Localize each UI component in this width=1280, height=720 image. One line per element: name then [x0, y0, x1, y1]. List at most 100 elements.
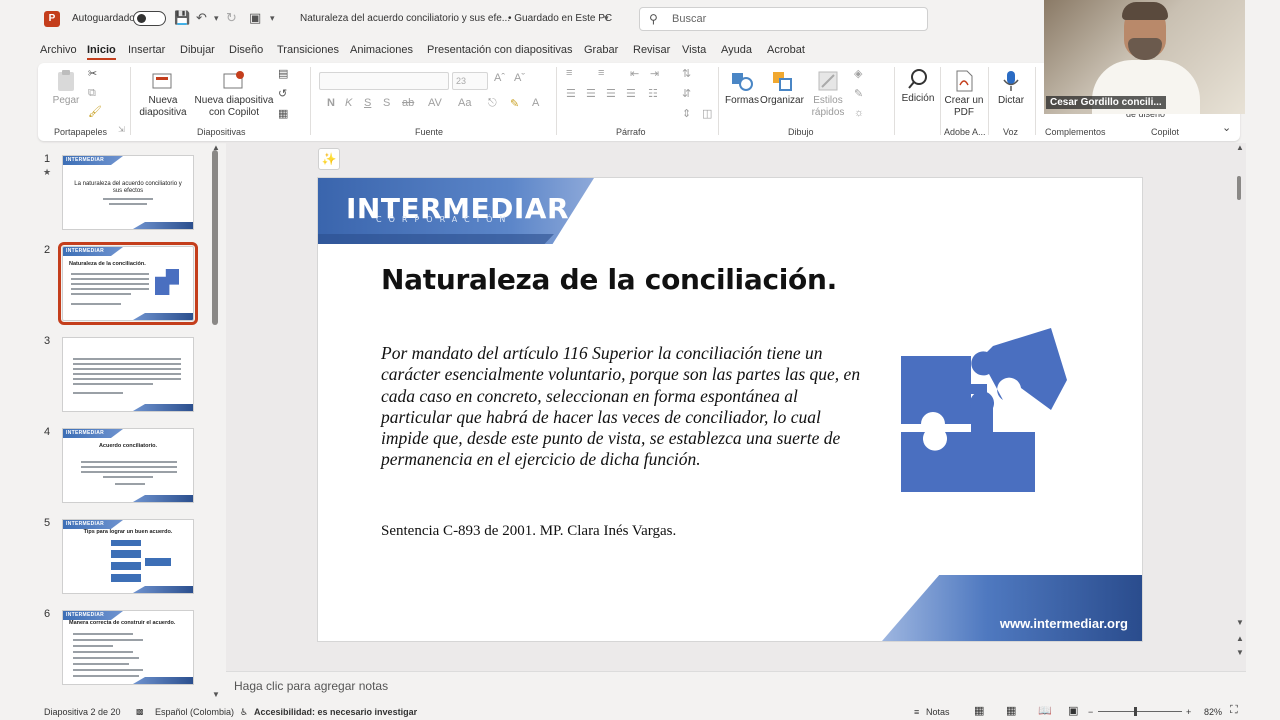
clear-format-icon[interactable]: ⎋	[488, 97, 497, 110]
next-slide-icon[interactable]: ▼	[1236, 648, 1244, 657]
bullets-icon[interactable]: ≡	[566, 67, 572, 79]
section-icon[interactable]: ▦	[278, 107, 288, 120]
strikethrough-button[interactable]: ab	[402, 97, 414, 109]
main-scrollbar[interactable]	[1237, 176, 1241, 200]
spacing-button[interactable]: AV	[428, 97, 442, 109]
notes-button[interactable]: Notas	[926, 707, 950, 717]
slide-thumbnail-2[interactable]: INTERMEDIAR Naturaleza de la conciliació…	[58, 242, 198, 325]
zoom-slider-thumb[interactable]	[1134, 707, 1137, 716]
tab-insertar[interactable]: Insertar	[128, 44, 165, 56]
redo-icon[interactable]: ↻	[226, 10, 237, 26]
create-pdf-button[interactable]: Crear un PDF	[944, 69, 984, 119]
slide-thumbnail-1[interactable]: INTERMEDIAR La naturaleza del acuerdo co…	[62, 155, 194, 230]
line-spacing-icon[interactable]: ⇅	[682, 67, 691, 80]
designer-icon[interactable]: ✨	[318, 148, 340, 170]
tab-revisar[interactable]: Revisar	[633, 44, 670, 56]
accessibility-status[interactable]: Accesibilidad: es necesario investigar	[254, 707, 417, 717]
slide-title[interactable]: Naturaleza de la conciliación.	[381, 263, 837, 296]
language[interactable]: Español (Colombia)	[155, 707, 234, 717]
main-scroll-down-icon[interactable]: ▼	[1236, 618, 1244, 627]
customize-qat-icon[interactable]: ▾	[270, 13, 275, 24]
tab-inicio[interactable]: Inicio	[87, 44, 116, 60]
shadow-button[interactable]: S	[383, 97, 390, 109]
slide-thumbnail-3[interactable]	[62, 337, 194, 412]
slide-thumbnail-4[interactable]: INTERMEDIAR Acuerdo conciliatorio.	[62, 428, 194, 503]
align-right-icon[interactable]: ☰	[606, 87, 616, 100]
notes-pane[interactable]: Haga clic para agregar notas	[226, 671, 1246, 701]
slide-thumbnail-6[interactable]: INTERMEDIAR Manera correcta de construir…	[62, 610, 194, 685]
puzzle-icon[interactable]	[901, 328, 1071, 496]
align-center-icon[interactable]: ☰	[586, 87, 596, 100]
tab-animaciones[interactable]: Animaciones	[350, 44, 413, 56]
format-painter-icon[interactable]: 🖌	[88, 105, 102, 118]
numbering-icon[interactable]: ≡	[598, 67, 604, 79]
highlight-color-icon[interactable]: ✎	[510, 97, 519, 110]
tab-archivo[interactable]: Archivo	[40, 44, 77, 56]
font-family-select[interactable]	[319, 72, 449, 90]
shape-fill-icon[interactable]: ◈	[854, 67, 862, 80]
columns-icon[interactable]: ☷	[648, 87, 658, 100]
thumbnails-scrollbar[interactable]	[212, 150, 218, 325]
bold-button[interactable]: N	[327, 97, 335, 109]
tab-ayuda[interactable]: Ayuda	[721, 44, 752, 56]
zoom-level[interactable]: 82%	[1204, 707, 1222, 717]
tab-grabar[interactable]: Grabar	[584, 44, 618, 56]
ribbon-collapse-icon[interactable]: ⌄	[1222, 121, 1231, 134]
copy-icon[interactable]: ⧉	[88, 87, 96, 100]
grow-font-icon[interactable]: Aˆ	[494, 72, 505, 84]
font-size-select[interactable]: 23	[452, 72, 488, 90]
reset-icon[interactable]: ↺	[278, 87, 287, 100]
save-status[interactable]: • Guardado en Este PC	[508, 13, 612, 24]
shrink-font-icon[interactable]: Aˇ	[514, 72, 525, 84]
save-icon[interactable]: 💾	[174, 10, 190, 26]
autosave-toggle[interactable]	[133, 11, 166, 26]
new-slide-copilot-button[interactable]: Nueva diapositiva con Copilot	[194, 69, 274, 119]
shapes-button[interactable]: Formas	[724, 69, 760, 107]
text-direction-icon[interactable]: ⇵	[682, 87, 691, 100]
shape-effects-icon[interactable]: ☼	[854, 107, 864, 119]
accessibility-icon[interactable]: ♿	[240, 707, 248, 718]
slide-sorter-icon[interactable]: ▦	[1006, 704, 1016, 717]
slide-citation[interactable]: Sentencia C-893 de 2001. MP. Clara Inés …	[381, 523, 676, 540]
notes-icon[interactable]: ≡	[914, 707, 919, 717]
tab-diseno[interactable]: Diseño	[229, 44, 263, 56]
document-title[interactable]: Naturaleza del acuerdo conciliatorio y s…	[300, 13, 510, 24]
shape-outline-icon[interactable]: ✎	[854, 87, 863, 100]
paste-button[interactable]: Pegar	[48, 69, 84, 107]
tab-transiciones[interactable]: Transiciones	[277, 44, 339, 56]
smartart-icon[interactable]: ◫	[702, 107, 712, 120]
zoom-in-icon[interactable]: +	[1186, 707, 1191, 717]
underline-button[interactable]: S	[364, 97, 371, 109]
font-color-button[interactable]: A	[532, 97, 539, 109]
current-slide[interactable]: INTERMEDIAR CORPORACIÓN Naturaleza de la…	[317, 177, 1143, 642]
tab-vista[interactable]: Vista	[682, 44, 706, 56]
slide-quote[interactable]: Por mandato del artículo 116 Superior la…	[381, 343, 861, 471]
tab-presentacion[interactable]: Presentación con diapositivas	[427, 44, 573, 56]
undo-icon[interactable]: ↶	[196, 10, 207, 26]
tab-acrobat[interactable]: Acrobat	[767, 44, 805, 56]
present-icon[interactable]: ▣	[249, 10, 261, 26]
zoom-out-icon[interactable]: −	[1088, 707, 1093, 717]
slideshow-icon[interactable]: ▣	[1068, 704, 1078, 717]
align-left-icon[interactable]: ☰	[566, 87, 576, 100]
slide-thumbnail-5[interactable]: INTERMEDIAR Tips para lograr un buen acu…	[62, 519, 194, 594]
tab-dibujar[interactable]: Dibujar	[180, 44, 215, 56]
justify-icon[interactable]: ☰	[626, 87, 636, 100]
increase-indent-icon[interactable]: ⇥	[650, 67, 659, 80]
italic-button[interactable]: K	[345, 97, 352, 109]
align-text-icon[interactable]: ⇕	[682, 107, 691, 120]
reading-view-icon[interactable]: 📖	[1038, 704, 1052, 717]
undo-dropdown-icon[interactable]: ▾	[214, 13, 219, 24]
editing-button[interactable]: Edición	[898, 67, 938, 105]
dictate-button[interactable]: Dictar	[992, 69, 1030, 107]
normal-view-icon[interactable]: ▦	[974, 704, 984, 717]
main-scroll-up-icon[interactable]: ▲	[1236, 143, 1244, 152]
search-box[interactable]: ⚲ Buscar	[639, 7, 928, 31]
decrease-indent-icon[interactable]: ⇤	[630, 67, 639, 80]
case-button[interactable]: Aa	[458, 97, 471, 109]
spellcheck-icon[interactable]: ▩	[136, 707, 144, 716]
fit-to-window-icon[interactable]: ⛶	[1230, 704, 1238, 717]
title-dropdown-icon[interactable]: ▾	[604, 13, 609, 24]
zoom-slider[interactable]	[1098, 711, 1182, 712]
cut-icon[interactable]: ✂	[88, 67, 97, 80]
